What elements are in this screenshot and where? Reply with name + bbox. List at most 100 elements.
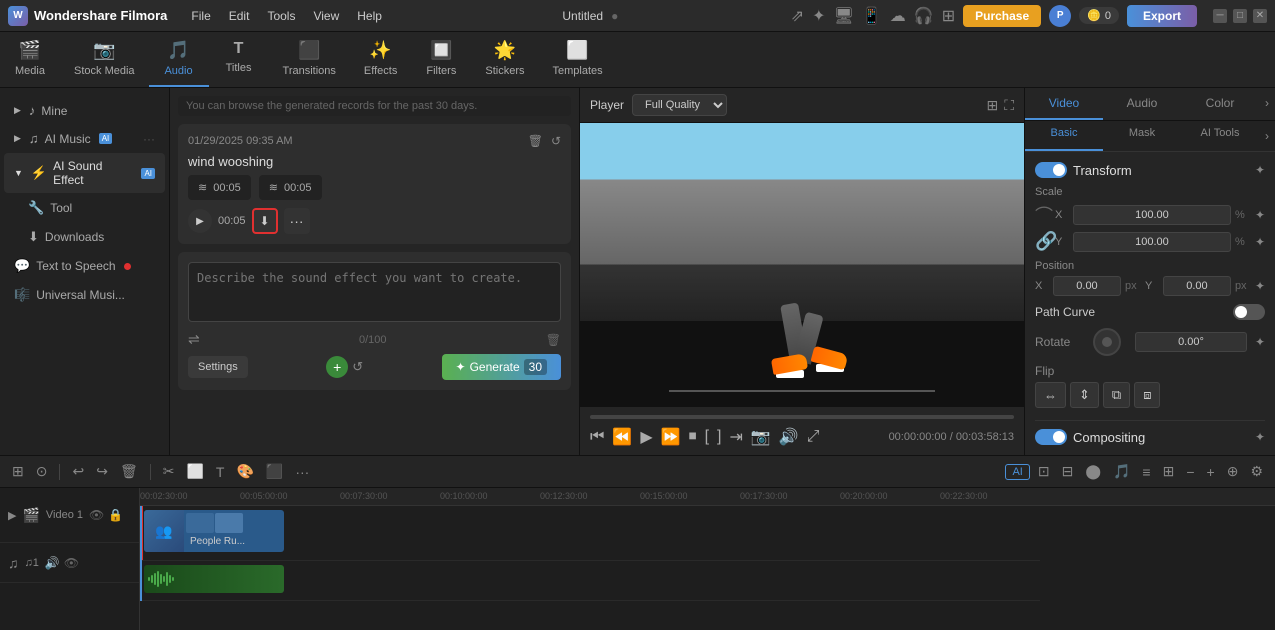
menu-view[interactable]: View xyxy=(305,5,347,27)
minimize-button[interactable]: ─ xyxy=(1213,9,1227,23)
maximize-button[interactable]: □ xyxy=(1233,9,1247,23)
sidebar-item-downloads[interactable]: ⬇ Downloads xyxy=(4,223,165,251)
purchase-button[interactable]: Purchase xyxy=(963,5,1041,27)
transform-star-icon[interactable]: ✦ xyxy=(1255,163,1265,177)
generate-button[interactable]: ✦ Generate 30 xyxy=(442,354,561,380)
text-button[interactable]: T xyxy=(212,461,229,483)
clear-textarea-icon[interactable]: 🗑 xyxy=(546,333,561,347)
play-pause-button[interactable]: ▶ xyxy=(640,427,652,447)
add-credits-button[interactable]: + xyxy=(326,356,348,378)
split-screen-button[interactable]: ⊟ xyxy=(1058,460,1078,483)
tab-stock-media[interactable]: 📷 Stock Media xyxy=(60,32,149,87)
effects-icon[interactable]: ✦ xyxy=(812,6,825,26)
transitions-tl-button[interactable]: ⬛ xyxy=(262,460,287,483)
tab-audio[interactable]: 🎵 Audio xyxy=(149,32,209,87)
mask-tl-button[interactable]: ⬤ xyxy=(1081,460,1105,483)
close-button[interactable]: ✕ xyxy=(1253,9,1267,23)
ai-tl-button[interactable]: AI xyxy=(1005,464,1029,480)
phone-icon[interactable]: 📱 xyxy=(862,6,882,26)
scale-y-value[interactable]: 100.00 xyxy=(1073,232,1231,252)
cloud-icon[interactable]: ☁ xyxy=(890,6,906,26)
sync-icon[interactable]: ↺ xyxy=(551,134,561,148)
sidebar-item-mine[interactable]: ▶ ♪ Mine xyxy=(4,97,165,124)
audio-tl-button[interactable]: 🎵 xyxy=(1109,460,1134,483)
plus-zoom-button[interactable]: + xyxy=(1203,461,1219,483)
more-tools-button[interactable]: ··· xyxy=(291,461,313,483)
tab-audio[interactable]: Audio xyxy=(1103,88,1181,120)
position-keyframe[interactable]: ✦ xyxy=(1255,279,1265,293)
menu-edit[interactable]: Edit xyxy=(221,5,258,27)
video-effect-button[interactable]: ⊡ xyxy=(1034,460,1054,483)
path-curve-toggle[interactable] xyxy=(1233,304,1265,320)
subtitle-button[interactable]: ≡ xyxy=(1138,461,1154,483)
trash-icon[interactable]: 🗑 xyxy=(528,134,543,148)
video-track-expand-icon[interactable]: ▶ xyxy=(8,509,16,522)
audio-track-eye-icon[interactable]: 👁 xyxy=(64,556,79,570)
pos-x-value[interactable]: 0.00 xyxy=(1053,276,1121,296)
flip-vertical-button[interactable]: ⇕ xyxy=(1070,382,1099,408)
monitor-icon[interactable]: 🖥 xyxy=(834,6,854,26)
add-track-button[interactable]: ⊕ xyxy=(1223,460,1243,483)
frame-back-button[interactable]: ⏪ xyxy=(612,427,632,447)
tab-transitions[interactable]: ⬛ Transitions xyxy=(269,32,350,87)
menu-help[interactable]: Help xyxy=(349,5,390,27)
sidebar-item-ai-sound-effect[interactable]: ▼ ⚡ AI Sound Effect AI xyxy=(4,153,165,193)
stop-button[interactable]: ⏹ xyxy=(689,428,697,446)
snapshot-button[interactable]: 📷 xyxy=(751,427,771,447)
layout-button[interactable]: ⊞ xyxy=(1159,460,1179,483)
grid-icon[interactable]: ⊞ xyxy=(942,6,955,26)
timeline-magnet-button[interactable]: ⊙ xyxy=(32,460,52,483)
compositing-toggle-switch[interactable] xyxy=(1035,429,1067,445)
pos-y-value[interactable]: 0.00 xyxy=(1163,276,1231,296)
sidebar-item-universal-music[interactable]: 🎼 Universal Musi... xyxy=(4,281,165,309)
video-clip[interactable]: 👥 People Ru... xyxy=(144,510,284,552)
mark-in-button[interactable]: [ xyxy=(705,428,709,446)
download-sound-button[interactable]: ⬇ xyxy=(252,208,278,234)
more-options-button[interactable]: ··· xyxy=(284,208,310,234)
settings-button[interactable]: Settings xyxy=(188,356,248,378)
tab-filters[interactable]: 🔲 Filters xyxy=(411,32,471,87)
sidebar-item-ai-music[interactable]: ▶ ♫ AI Music AI ··· xyxy=(4,125,165,152)
menu-file[interactable]: File xyxy=(183,5,218,27)
sidebar-item-text-to-speech[interactable]: 💬 Text to Speech xyxy=(4,252,165,280)
play-sound-button[interactable]: ▶ xyxy=(188,209,212,233)
headset-icon[interactable]: 🎧 xyxy=(914,6,934,26)
tab-stickers[interactable]: 🌟 Stickers xyxy=(471,32,538,87)
shuffle-icon[interactable]: ⇌ xyxy=(188,331,200,348)
user-avatar[interactable]: P xyxy=(1049,5,1071,27)
sub-tabs-arrow[interactable]: › xyxy=(1259,121,1275,151)
timeline-split-view-button[interactable]: ⊞ xyxy=(8,460,28,483)
sub-tab-ai-tools[interactable]: AI Tools xyxy=(1181,121,1259,151)
video-track-lock-icon[interactable]: 🔒 xyxy=(108,508,123,522)
crop-button[interactable]: ⬜ xyxy=(182,460,207,483)
rotate-value[interactable]: 0.00° xyxy=(1135,332,1247,352)
minus-zoom-button[interactable]: − xyxy=(1182,461,1198,483)
tabs-arrow[interactable]: › xyxy=(1259,88,1275,120)
audio-button[interactable]: 🔊 xyxy=(779,427,799,447)
quality-select[interactable]: Full Quality Half Quality xyxy=(632,94,727,116)
frame-forward-button[interactable]: ⏩ xyxy=(661,427,681,447)
tab-titles[interactable]: T Titles xyxy=(209,32,269,87)
generate-textarea[interactable] xyxy=(188,262,561,322)
delete-button[interactable]: 🗑 xyxy=(116,460,142,483)
tab-templates[interactable]: ⬜ Templates xyxy=(538,32,616,87)
send-icon[interactable]: ⇗ xyxy=(791,6,804,26)
rotate-keyframe[interactable]: ✦ xyxy=(1255,335,1265,349)
export-button[interactable]: Export xyxy=(1127,5,1197,27)
sub-tab-basic[interactable]: Basic xyxy=(1025,121,1103,151)
mark-out-button[interactable]: ] xyxy=(717,428,721,446)
undo-button[interactable]: ↩ xyxy=(68,460,88,483)
audio-clip[interactable] xyxy=(144,565,284,593)
fullscreen-button[interactable]: ⛶ xyxy=(1004,97,1014,114)
grid-view-button[interactable]: ⊞ xyxy=(986,97,998,114)
audio-track-speaker-icon[interactable]: 🔊 xyxy=(45,556,60,570)
scale-y-keyframe[interactable]: ✦ xyxy=(1255,235,1265,249)
settings-tl-button[interactable]: ⚙ xyxy=(1246,460,1267,483)
flip-rotate-cw-button[interactable]: ⧉ xyxy=(1103,382,1130,408)
skip-back-button[interactable]: ⏮ xyxy=(590,428,604,446)
redo-button[interactable]: ↪ xyxy=(92,460,112,483)
tab-color[interactable]: Color xyxy=(1181,88,1259,120)
refresh-button[interactable]: ↺ xyxy=(352,359,363,375)
tab-effects[interactable]: ✨ Effects xyxy=(350,32,411,87)
color-button[interactable]: 🎨 xyxy=(232,460,257,483)
